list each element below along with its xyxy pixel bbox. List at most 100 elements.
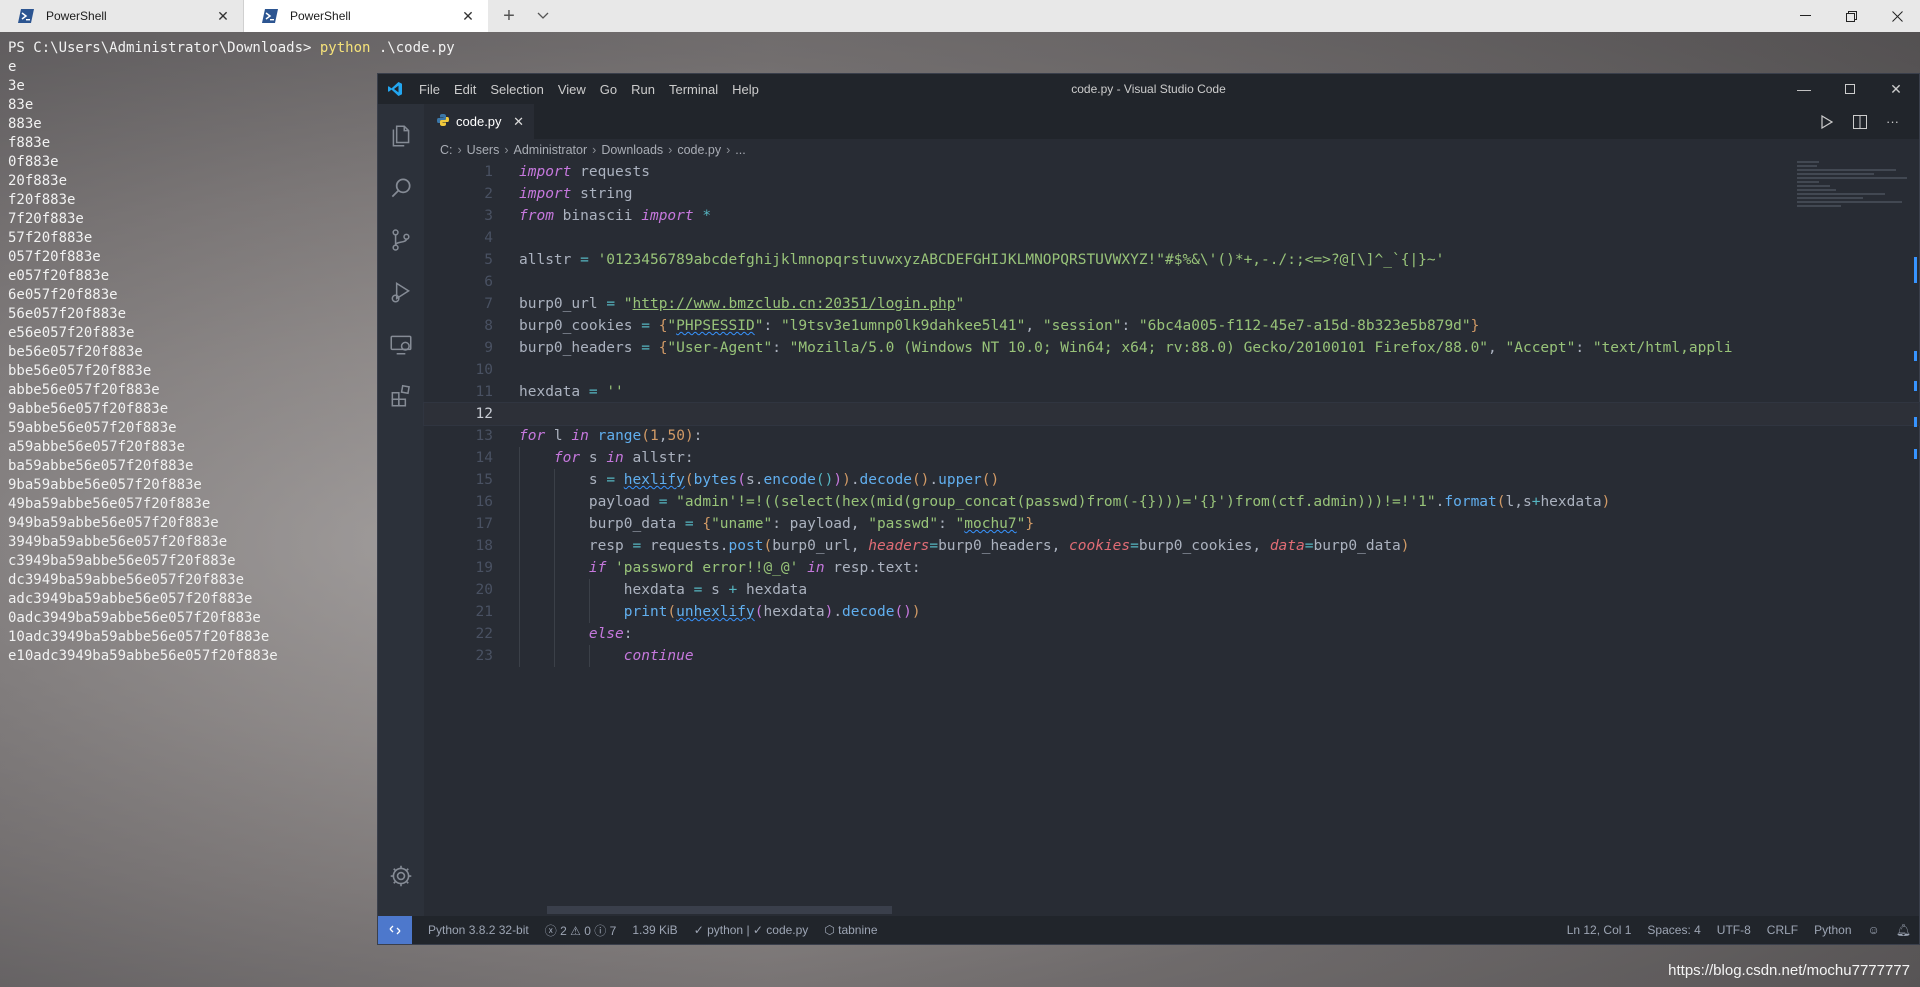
watermark: https://blog.csdn.net/mochu7777777 <box>1668 962 1910 979</box>
menu-run[interactable]: Run <box>624 82 662 97</box>
terminal-tab-bar: PowerShell ✕ PowerShell ✕ + <box>0 0 1920 32</box>
terminal-prompt: PS C:\Users\Administrator\Downloads> pyt… <box>8 39 1912 58</box>
error-icon: ⓧ <box>544 923 557 938</box>
chevron-down-icon[interactable] <box>530 0 556 32</box>
close-icon[interactable]: ✕ <box>460 8 476 25</box>
run-debug-icon[interactable] <box>378 266 424 318</box>
close-window-button[interactable] <box>1874 0 1920 32</box>
code-line: 23 continue <box>424 645 1919 667</box>
indent-guide <box>519 469 520 491</box>
linter-status[interactable]: ✓ python | ✓ code.py <box>686 923 817 937</box>
code-line: 5 allstr = '0123456789abcdefghijklmnopqrs… <box>484 252 1445 268</box>
code-line: 13 for l in range(1,50): <box>475 428 703 444</box>
menu-go[interactable]: Go <box>593 82 624 97</box>
explorer-icon[interactable] <box>378 110 424 162</box>
python-interpreter[interactable]: Python 3.8.2 32-bit <box>420 923 537 937</box>
menu-terminal[interactable]: Terminal <box>662 82 725 97</box>
source-control-icon[interactable] <box>378 214 424 266</box>
tabnine-status[interactable]: ⬡ tabnine <box>816 923 885 937</box>
command-arg: .\code.py <box>370 40 455 56</box>
settings-gear-icon[interactable] <box>378 850 424 902</box>
check-icon: ✓ <box>693 923 708 937</box>
editor-area: code.py ✕ ··· C: › Users › Administrator › Dow… <box>423 104 1920 916</box>
info-icon: ⓘ <box>594 923 607 938</box>
code-line: 8 burp0_cookies = {"PHPSESSID": "l9tsv3e1… <box>484 318 1480 334</box>
code-line: 4 <box>484 230 493 246</box>
feedback-icon[interactable]: ☺ <box>1860 923 1888 937</box>
breadcrumb-item[interactable]: ... <box>735 143 745 157</box>
close-window-button[interactable]: ✕ <box>1873 74 1919 104</box>
menu-file[interactable]: File <box>412 82 447 97</box>
close-icon[interactable]: ✕ <box>215 8 231 25</box>
indent-guide <box>588 579 590 601</box>
scrollbar-markers[interactable] <box>1907 161 1919 861</box>
chevron-right-icon: › <box>668 143 673 157</box>
close-icon[interactable]: ✕ <box>513 114 524 130</box>
run-file-icon[interactable] <box>1810 114 1843 129</box>
new-tab-button[interactable]: + <box>488 0 530 32</box>
indent-guide <box>519 623 520 645</box>
powershell-icon <box>262 9 278 23</box>
encoding[interactable]: UTF-8 <box>1709 923 1759 937</box>
indent-guide <box>519 513 520 535</box>
minimize-button[interactable] <box>1782 0 1828 32</box>
indent-guide <box>553 491 555 513</box>
indent-guide <box>588 645 590 667</box>
chevron-right-icon: › <box>457 143 462 157</box>
chevron-right-icon: › <box>726 143 731 157</box>
menu-help[interactable]: Help <box>725 82 766 97</box>
breadcrumb: C: › Users › Administrator › Downloads › code.py… <box>424 139 1919 161</box>
remote-icon[interactable] <box>378 916 412 944</box>
extensions-icon[interactable] <box>378 370 424 422</box>
activity-bar <box>378 104 424 916</box>
cursor-position[interactable]: Ln 12, Col 1 <box>1559 923 1640 937</box>
vscode-logo-icon <box>378 81 412 97</box>
indent-guide <box>519 491 520 513</box>
menu-selection[interactable]: Selection <box>483 82 550 97</box>
horizontal-scrollbar[interactable] <box>547 906 892 914</box>
menu-view[interactable]: View <box>551 82 593 97</box>
python-file-icon <box>436 113 450 130</box>
split-editor-icon[interactable] <box>1843 114 1876 129</box>
terminal-tab-2[interactable]: PowerShell ✕ <box>244 0 488 32</box>
vscode-window: File Edit Selection View Go Run Terminal Help c… <box>377 73 1920 945</box>
indent-guide <box>553 601 555 623</box>
indent-guide <box>519 557 520 579</box>
remote-explorer-icon[interactable] <box>378 318 424 370</box>
terminal-tab-label: PowerShell <box>46 9 107 23</box>
breadcrumb-item[interactable]: C: <box>440 143 453 157</box>
terminal-tab-1[interactable]: PowerShell ✕ <box>0 0 244 32</box>
restore-button[interactable] <box>1828 0 1874 32</box>
breadcrumb-item[interactable]: Users <box>467 143 500 157</box>
code-line-current: 12 <box>423 402 1920 426</box>
maximize-button[interactable] <box>1827 74 1873 104</box>
code-line: 15 s = hexlify(bytes(s.encode())).decode… <box>424 469 1919 491</box>
line-ending[interactable]: CRLF <box>1759 923 1806 937</box>
search-icon[interactable] <box>378 162 424 214</box>
powershell-icon <box>18 9 34 23</box>
menu-edit[interactable]: Edit <box>447 82 483 97</box>
breadcrumb-item[interactable]: Downloads <box>601 143 663 157</box>
minimap[interactable] <box>1797 161 1907 221</box>
code-line: 19 if 'password error!!@_@' in resp.text… <box>424 557 1919 579</box>
indent-guide <box>519 447 520 469</box>
breadcrumb-item[interactable]: code.py <box>677 143 721 157</box>
minimize-button[interactable]: — <box>1781 74 1827 104</box>
breadcrumb-item[interactable]: Administrator <box>514 143 588 157</box>
language-mode[interactable]: Python <box>1806 923 1859 937</box>
notifications-icon[interactable]: 🔔︎ <box>1888 923 1919 937</box>
indent-guide <box>553 513 555 535</box>
indentation[interactable]: Spaces: 4 <box>1639 923 1708 937</box>
code-line: 6 <box>484 274 493 290</box>
code-line: 7 burp0_url = "http://www.bmzclub.cn:2035… <box>484 296 965 312</box>
code-line: 16 payload = "admin'!=!((select(hex(mid(… <box>424 491 1919 513</box>
prompt-path: PS C:\Users\Administrator\Downloads> <box>8 40 320 56</box>
indent-guide <box>588 601 590 623</box>
indent-guide <box>553 557 555 579</box>
tabnine-icon: ⬡ <box>824 923 839 937</box>
tab-code-py[interactable]: code.py ✕ <box>424 104 534 139</box>
problems-indicator[interactable]: ⓧ 2 ⚠ 0 ⓘ 7 <box>537 922 625 939</box>
status-bar: Python 3.8.2 32-bit ⓧ 2 ⚠ 0 ⓘ 7 1.39 KiB… <box>378 916 1919 944</box>
code-editor[interactable]: 1 import requests 2 import string 3 from bi… <box>423 161 1920 916</box>
more-actions-icon[interactable]: ··· <box>1876 114 1909 129</box>
